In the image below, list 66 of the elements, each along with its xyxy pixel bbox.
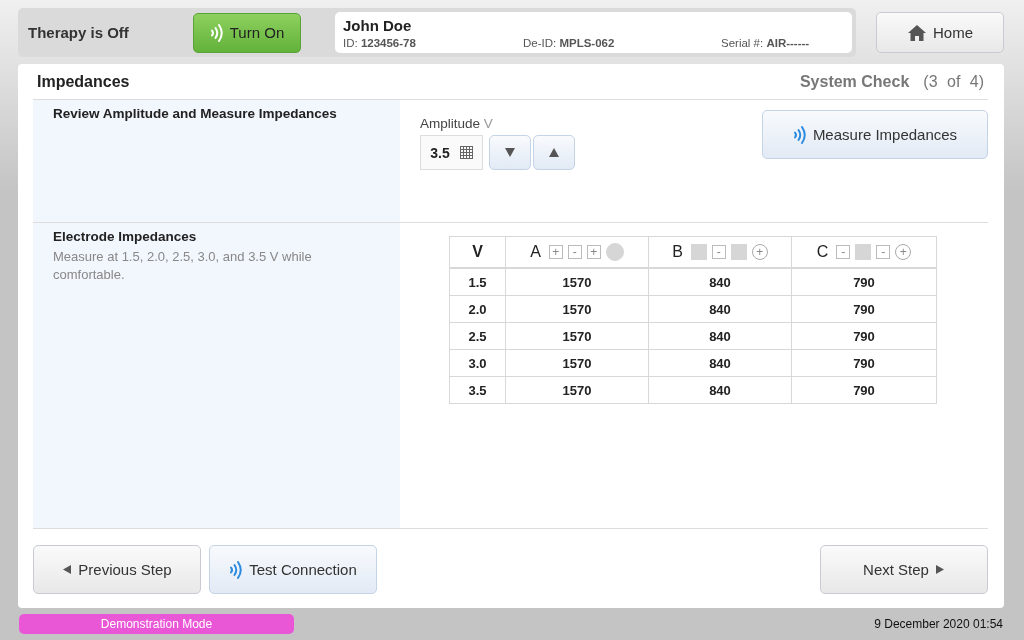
table-cell: 840 [648, 268, 792, 296]
table-cell: 790 [791, 295, 937, 323]
decrease-button[interactable] [489, 135, 531, 170]
table-cell: 1570 [505, 268, 649, 296]
date-time: 9 December 2020 01:54 [874, 617, 1003, 631]
table-cell: 840 [648, 376, 792, 404]
step-title: System Check [799, 72, 910, 91]
section-heading: Electrode Impedances [53, 229, 198, 244]
page-title: Impedances [37, 72, 130, 91]
table-cell: 790 [791, 349, 937, 377]
right-triangle-icon [934, 565, 945, 574]
cathode-contact[interactable]: - [836, 245, 851, 259]
signal-waves-icon [229, 559, 244, 580]
signal-waves-icon [209, 22, 224, 43]
table-cell: 840 [648, 295, 792, 323]
therapy-status: Therapy is Off [28, 24, 130, 41]
section-note: Measure at 1.5, 2.0, 2.5, 3.0, and 3.5 V while comfortable. [53, 248, 313, 284]
down-triangle-icon [505, 148, 515, 157]
table-cell: 790 [791, 376, 937, 404]
column-label: V [472, 243, 483, 261]
serial-number: Serial #: AIR------ [721, 36, 810, 49]
patient-de-id: De-ID: MPLS-062 [523, 36, 616, 49]
cathode-contact[interactable]: - [711, 245, 726, 259]
keypad-icon [459, 146, 473, 159]
home-button[interactable]: Home [876, 12, 1004, 53]
section-heading: Review Amplitude and Measure Impedances [53, 106, 338, 121]
column-label: A [530, 243, 541, 261]
anode-contact[interactable]: + [548, 245, 563, 259]
signal-waves-icon [792, 124, 807, 145]
table-cell: 1570 [505, 322, 649, 350]
table-cell: 840 [648, 349, 792, 377]
case-contact[interactable] [605, 243, 624, 261]
house-icon [907, 23, 927, 42]
test-connection-button[interactable]: Test Connection [209, 545, 377, 594]
anode-contact[interactable]: + [586, 245, 601, 259]
table-cell: 1570 [505, 376, 649, 404]
off-contact[interactable] [730, 244, 747, 260]
cathode-contact[interactable]: - [876, 245, 891, 259]
turn-on-button[interactable]: Turn On [193, 12, 301, 53]
column-label: C [816, 243, 829, 261]
table-cell: 840 [648, 322, 792, 350]
off-contact[interactable] [855, 244, 872, 260]
next-step-button[interactable]: Next Step [820, 545, 988, 594]
increase-button[interactable] [533, 135, 575, 170]
table-cell: 1.5 [449, 268, 506, 296]
patient-name: John Doe [343, 16, 413, 34]
column-label: B [672, 243, 683, 261]
patient-id: ID: 123456-78 [343, 36, 417, 49]
previous-step-button[interactable]: Previous Step [33, 545, 201, 594]
amplitude-field[interactable]: 3.5 [420, 135, 483, 170]
table-cell: 790 [791, 268, 937, 296]
table-cell: 3.0 [449, 349, 506, 377]
table-cell: 3.5 [449, 376, 506, 404]
up-triangle-icon [549, 148, 559, 157]
measure-impedances-button[interactable]: Measure Impedances [762, 110, 988, 159]
demonstration-mode-badge: Demonstration Mode [19, 614, 294, 634]
cathode-contact[interactable]: - [567, 245, 582, 259]
left-triangle-icon [62, 565, 73, 574]
table-cell: 1570 [505, 295, 649, 323]
off-contact[interactable] [690, 244, 707, 260]
step-counter: (3 of 4) [923, 72, 984, 91]
table-cell: 2.5 [449, 322, 506, 350]
table-cell: 790 [791, 322, 937, 350]
table-cell: 2.0 [449, 295, 506, 323]
table-cell: 1570 [505, 349, 649, 377]
amplitude-label: Amplitude V [420, 116, 494, 131]
